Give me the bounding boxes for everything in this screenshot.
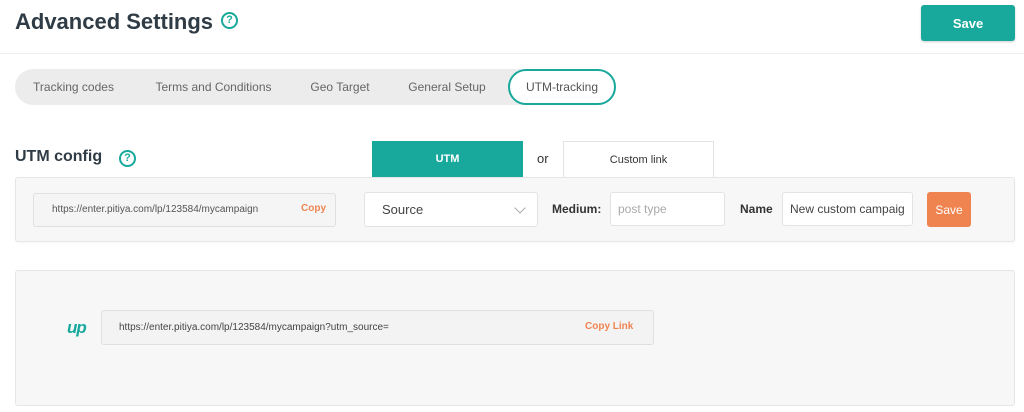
advanced-settings-page: Advanced Settings ? Save Tracking codes …	[0, 0, 1024, 412]
tab-custom-link[interactable]: Custom link	[563, 141, 714, 177]
help-icon[interactable]: ?	[221, 12, 238, 29]
save-button[interactable]: Save	[921, 5, 1015, 41]
copy-url-button[interactable]: Copy	[301, 203, 326, 214]
generated-link-field: https://enter.pitiya.com/lp/123584/mycam…	[101, 310, 654, 345]
chevron-down-icon	[514, 202, 526, 214]
utm-config-help-icon[interactable]: ?	[119, 150, 136, 167]
name-input[interactable]	[782, 192, 913, 226]
tab-utm-tracking[interactable]: UTM-tracking	[508, 69, 616, 105]
source-select[interactable]: Source	[364, 192, 538, 227]
or-separator: or	[537, 151, 549, 166]
tab-general-setup[interactable]: General Setup	[393, 69, 501, 105]
name-label: Name	[740, 202, 773, 216]
tab-geo-target[interactable]: Geo Target	[295, 69, 385, 105]
settings-tabs: Tracking codes Terms and Conditions Geo …	[15, 69, 616, 105]
copy-link-button[interactable]: Copy Link	[585, 321, 633, 332]
generated-link: https://enter.pitiya.com/lp/123584/mycam…	[119, 322, 389, 333]
tab-utm[interactable]: UTM	[372, 141, 523, 177]
save-utm-button[interactable]: Save	[927, 192, 971, 227]
medium-label: Medium:	[552, 202, 602, 216]
header: Advanced Settings ? Save	[0, 0, 1024, 54]
utm-config-heading: UTM config	[15, 148, 103, 165]
logo-icon: up	[67, 318, 87, 337]
medium-input[interactable]	[610, 192, 725, 226]
source-selected-value: Source	[382, 202, 424, 217]
campaign-url-field: https://enter.pitiya.com/lp/123584/mycam…	[33, 193, 336, 227]
tab-terms-and-conditions[interactable]: Terms and Conditions	[132, 69, 295, 105]
campaign-url: https://enter.pitiya.com/lp/123584/mycam…	[52, 204, 259, 215]
page-title: Advanced Settings	[15, 9, 214, 34]
tab-tracking-codes[interactable]: Tracking codes	[15, 69, 132, 105]
